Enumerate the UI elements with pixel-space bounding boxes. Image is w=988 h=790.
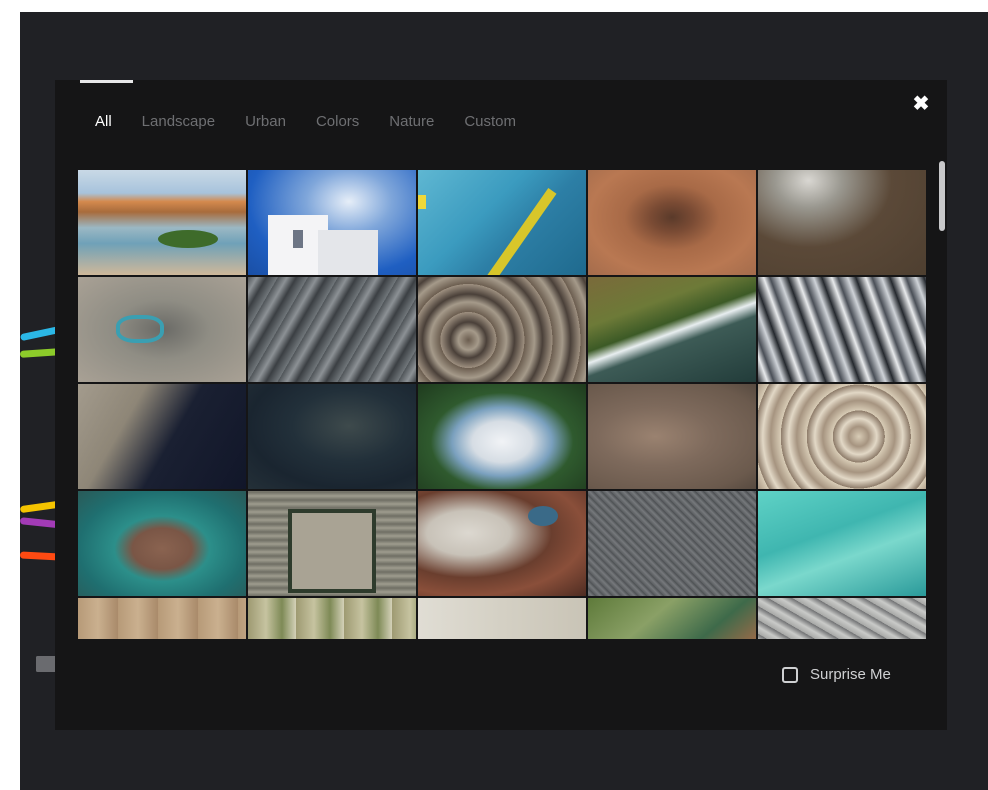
thumbnail-dark-bay[interactable] [248, 384, 416, 489]
tab-nature[interactable]: Nature [389, 113, 434, 135]
category-tabs: All Landscape Urban Colors Nature Custom [95, 113, 546, 135]
thumbnail-grid-fortress[interactable] [248, 491, 416, 596]
thumbnail-snow-volcano[interactable] [418, 384, 586, 489]
thumbnail-mountain-snow[interactable] [758, 170, 926, 275]
surprise-me-toggle[interactable]: Surprise Me [782, 666, 891, 683]
scrollbar-thumb[interactable] [939, 161, 945, 231]
thumbnail-green-delta[interactable] [588, 598, 756, 639]
thumbnail-green-coastline[interactable] [588, 277, 756, 382]
thumbnail-tan-hills[interactable] [758, 384, 926, 489]
thumbnail-industrial-site[interactable] [78, 277, 246, 382]
thumbnail-snowy-peaks[interactable] [758, 277, 926, 382]
tab-urban[interactable]: Urban [245, 113, 286, 135]
thumbnail-farmland[interactable] [248, 598, 416, 639]
wallpaper-grid [78, 170, 926, 639]
tab-all[interactable]: All [95, 113, 112, 135]
surprise-me-checkbox[interactable] [782, 666, 798, 683]
thumbnail-teal-geometric[interactable] [418, 170, 586, 275]
tab-landscape[interactable]: Landscape [142, 113, 215, 135]
thumbnail-coastal-beach[interactable] [78, 170, 246, 275]
thumbnail-brown-plain[interactable] [588, 384, 756, 489]
thumbnail-turquoise-reef[interactable] [758, 491, 926, 596]
thumbnail-dry-fields[interactable] [78, 598, 246, 639]
thumbnail-salt-lake[interactable] [418, 491, 586, 596]
tab-custom[interactable]: Custom [464, 113, 516, 135]
thumbnail-dark-coast[interactable] [78, 384, 246, 489]
thumbnail-sand-plain[interactable] [418, 598, 586, 639]
scrollbar[interactable] [938, 160, 946, 638]
thumbnail-city-grid[interactable] [588, 491, 756, 596]
thumbnail-white-building-sky[interactable] [248, 170, 416, 275]
thumbnail-red-desert-rock[interactable] [588, 170, 756, 275]
wallpaper-grid-viewport [78, 170, 926, 639]
thumbnail-lagoon-city[interactable] [78, 491, 246, 596]
thumbnail-plateau-terrain[interactable] [418, 277, 586, 382]
surprise-me-label: Surprise Me [810, 666, 891, 683]
close-icon[interactable]: ✖ [911, 94, 931, 114]
thumbnail-grey-mountains[interactable] [248, 277, 416, 382]
tab-colors[interactable]: Colors [316, 113, 359, 135]
active-tab-indicator [80, 80, 133, 83]
thumbnail-city-sprawl[interactable] [758, 598, 926, 639]
